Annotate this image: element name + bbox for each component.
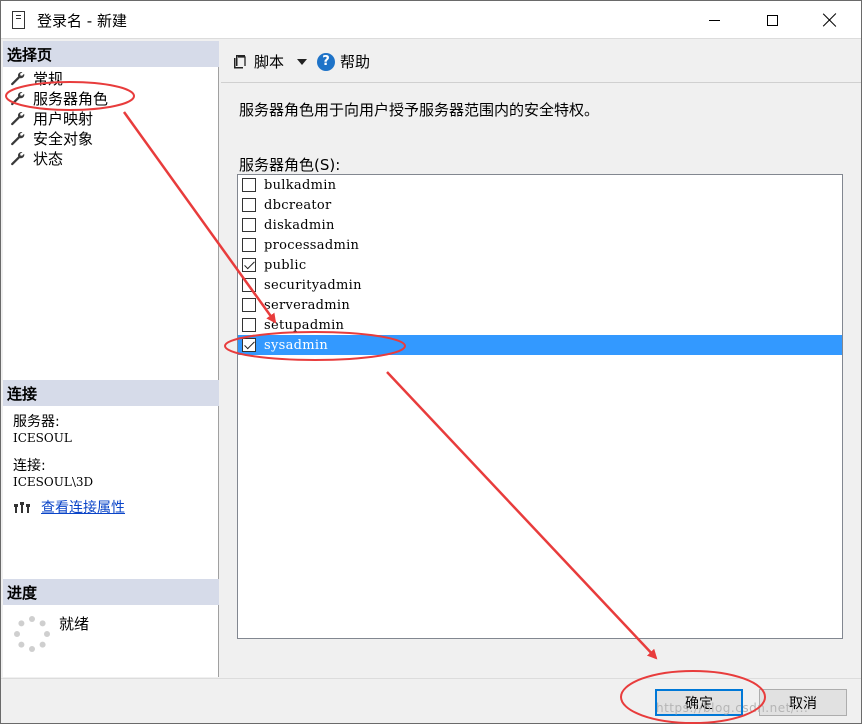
sidebar-item-server-roles[interactable]: 服务器角色	[9, 88, 209, 108]
role-checkbox[interactable]	[242, 338, 256, 352]
page-list: 常规 服务器角色 用户映射 安全对象 状态	[9, 68, 209, 168]
role-item-bulkadmin[interactable]: bulkadmin	[238, 175, 842, 195]
window-title: 登录名 - 新建	[37, 12, 127, 30]
help-button[interactable]: ? 帮助	[317, 51, 370, 72]
close-button[interactable]	[801, 1, 859, 39]
view-connection-properties-row: 查看连接属性	[13, 497, 125, 517]
role-checkbox[interactable]	[242, 318, 256, 332]
wrench-icon	[11, 132, 25, 146]
minimize-button[interactable]	[685, 1, 743, 39]
role-name: serveradmin	[264, 297, 351, 313]
role-name: public	[264, 257, 307, 273]
progress-spinner-icon	[14, 616, 50, 652]
connection-info: 服务器: ICESOUL 连接: ICESOUL\3D	[13, 414, 213, 502]
sidebar-item-label: 服务器角色	[33, 89, 109, 108]
connection-value: ICESOUL\3D	[13, 475, 94, 489]
role-item-setupadmin[interactable]: setupadmin	[238, 315, 842, 335]
maximize-button[interactable]	[743, 1, 801, 39]
role-name: diskadmin	[264, 217, 335, 233]
role-checkbox[interactable]	[242, 298, 256, 312]
script-button[interactable]: 脚本	[231, 51, 284, 72]
close-icon	[823, 13, 837, 27]
left-panel: 选择页 常规 服务器角色 用户映射 安全对象 状态 连接 服务器: ICESOU…	[3, 41, 219, 677]
role-checkbox[interactable]	[242, 178, 256, 192]
help-icon: ?	[317, 52, 335, 71]
server-label: 服务器:	[13, 414, 60, 430]
minimize-icon	[708, 19, 720, 21]
role-item-processadmin[interactable]: processadmin	[238, 235, 842, 255]
role-item-diskadmin[interactable]: diskadmin	[238, 215, 842, 235]
connection-label: 连接:	[13, 458, 46, 474]
script-dropdown-arrow[interactable]	[297, 59, 307, 65]
script-icon	[234, 54, 246, 68]
wrench-icon	[11, 72, 25, 86]
role-name: sysadmin	[264, 337, 329, 353]
role-name: securityadmin	[264, 277, 362, 293]
role-item-sysadmin[interactable]: sysadmin	[238, 335, 842, 355]
view-connection-properties-link[interactable]: 查看连接属性	[41, 497, 125, 517]
connection-header: 连接	[3, 380, 219, 406]
select-page-header: 选择页	[3, 41, 219, 67]
wrench-icon	[11, 152, 25, 166]
wrench-icon	[11, 112, 25, 126]
progress-status: 就绪	[59, 615, 90, 633]
server-roles-list[interactable]: bulkadmin dbcreator diskadmin processadmin p…	[237, 174, 843, 639]
role-checkbox[interactable]	[242, 238, 256, 252]
role-checkbox[interactable]	[242, 278, 256, 292]
role-item-securityadmin[interactable]: securityadmin	[238, 275, 842, 295]
sidebar-item-label: 常规	[33, 69, 64, 88]
role-name: dbcreator	[264, 197, 332, 213]
role-checkbox[interactable]	[242, 218, 256, 232]
role-item-dbcreator[interactable]: dbcreator	[238, 195, 842, 215]
toolbar: 脚本 ? 帮助	[221, 41, 861, 83]
role-checkbox[interactable]	[242, 258, 256, 272]
sidebar-item-label: 用户映射	[33, 109, 94, 128]
page-description: 服务器角色用于向用户授予服务器范围内的安全特权。	[239, 101, 600, 119]
sidebar-item-label: 安全对象	[33, 129, 94, 148]
watermark: https://blog.csdn.net/...	[656, 701, 809, 715]
title-bar[interactable]: 登录名 - 新建	[1, 1, 861, 39]
sidebar-item-status[interactable]: 状态	[9, 148, 209, 168]
dialog-button-bar: 确定 取消 https://blog.csdn.net/...	[1, 678, 861, 723]
server-roles-page: 服务器角色用于向用户授予服务器范围内的安全特权。 服务器角色(S): bulka…	[221, 84, 861, 677]
sidebar-item-label: 状态	[33, 149, 64, 168]
progress-header: 进度	[3, 579, 219, 605]
connection-plug-icon	[14, 502, 30, 513]
role-item-public[interactable]: public	[238, 255, 842, 275]
script-label: 脚本	[254, 53, 285, 71]
server-roles-label: 服务器角色(S):	[239, 156, 341, 174]
sidebar-item-securables[interactable]: 安全对象	[9, 128, 209, 148]
sidebar-item-general[interactable]: 常规	[9, 68, 209, 88]
role-name: setupadmin	[264, 317, 345, 333]
sidebar-item-user-mapping[interactable]: 用户映射	[9, 108, 209, 128]
maximize-icon	[766, 14, 778, 26]
document-icon	[12, 11, 25, 29]
role-name: processadmin	[264, 237, 360, 253]
role-name: bulkadmin	[264, 177, 337, 193]
server-value: ICESOUL	[13, 431, 72, 445]
role-item-serveradmin[interactable]: serveradmin	[238, 295, 842, 315]
wrench-icon	[11, 92, 25, 106]
role-checkbox[interactable]	[242, 198, 256, 212]
help-label: 帮助	[340, 53, 371, 71]
login-new-dialog: 登录名 - 新建 选择页 常规 服务器角色 用户映射 安全对象 状态 连接 服务…	[0, 0, 862, 724]
